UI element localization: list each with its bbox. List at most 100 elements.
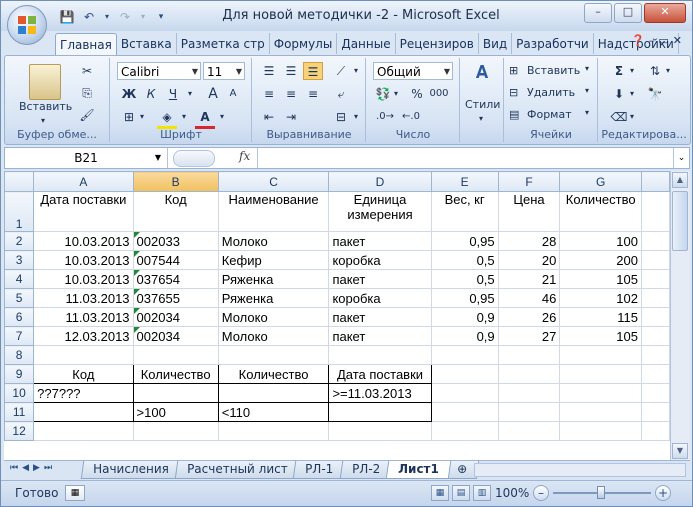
save-icon[interactable]: 💾 (59, 9, 75, 25)
cell-d2[interactable]: пакет (328, 231, 432, 251)
cell-f1[interactable]: Цена (497, 191, 561, 232)
cell-a12[interactable] (33, 421, 134, 441)
font-name-combo[interactable]: Calibri ▼ (117, 62, 201, 80)
cell-e9[interactable] (430, 364, 499, 384)
font-color-dropdown-icon[interactable]: ▾ (217, 108, 227, 126)
underline-button[interactable]: Ч (163, 85, 183, 103)
horizontal-scrollbar[interactable] (474, 463, 686, 477)
cell-g12[interactable] (559, 421, 642, 441)
cell-b11[interactable]: >100 (132, 402, 219, 422)
align-right-icon[interactable]: ≡ (303, 85, 323, 103)
ribbon-restore-icon[interactable]: ▭ (658, 34, 668, 47)
align-top-icon[interactable]: ☰ (259, 62, 279, 80)
cell-d7[interactable]: пакет (328, 326, 432, 346)
cell-f3[interactable]: 20 (497, 250, 561, 270)
cell-e5[interactable]: 0,95 (430, 288, 499, 308)
clear-icon[interactable]: ⌫ (609, 108, 629, 126)
cell-h5[interactable] (640, 288, 670, 308)
tab-developer[interactable]: Разработчи (512, 33, 594, 54)
row-header[interactable]: 6 (4, 307, 35, 327)
scroll-up-icon[interactable]: ▲ (672, 172, 688, 188)
tab-view[interactable]: Вид (479, 33, 513, 54)
cell-b8[interactable] (132, 345, 219, 365)
cell-e3[interactable]: 0,5 (430, 250, 499, 270)
cell-f12[interactable] (497, 421, 561, 441)
merge-dropdown-icon[interactable]: ▾ (351, 108, 361, 126)
column-header-f[interactable]: F (497, 171, 561, 192)
autosum-dropdown-icon[interactable]: ▾ (627, 62, 637, 80)
shrink-font-button[interactable]: A (223, 85, 243, 103)
cell-c3[interactable]: Кефир (217, 250, 330, 270)
decrease-decimal-icon[interactable]: ←.0 (401, 108, 421, 126)
grow-font-button[interactable]: A (203, 85, 223, 103)
redo-dropdown-icon[interactable]: ▾ (139, 9, 147, 25)
cell-b3[interactable]: 007544 (132, 250, 219, 270)
prev-sheet-icon[interactable]: ◀ (22, 463, 29, 473)
fill-icon[interactable]: ⬇ (609, 85, 629, 103)
cell-g4[interactable]: 105 (559, 269, 642, 289)
cell-d6[interactable]: пакет (328, 307, 432, 327)
cell-c1[interactable]: Наименование (217, 191, 330, 232)
column-header-h[interactable] (640, 171, 670, 192)
cell-a1[interactable]: Дата поставки (33, 191, 134, 232)
borders-dropdown-icon[interactable]: ▾ (137, 108, 147, 126)
cell-g9[interactable] (559, 364, 642, 384)
zoom-out-icon[interactable]: – (533, 485, 549, 501)
macro-record-icon[interactable]: ▦ (65, 485, 85, 501)
redo-icon[interactable]: ↷ (117, 9, 133, 25)
zoom-in-icon[interactable]: + (655, 485, 671, 501)
row-header[interactable]: 10 (4, 383, 35, 403)
normal-view-icon[interactable]: ▦ (431, 485, 449, 501)
delete-cells-dropdown-icon[interactable]: ▾ (585, 86, 589, 95)
percent-button[interactable]: % (407, 85, 427, 103)
cell-f7[interactable]: 27 (497, 326, 561, 346)
tab-formulas[interactable]: Формулы (270, 33, 338, 54)
sheet-tab-raschetnyi-list[interactable]: Расчетный лист (174, 461, 300, 479)
cell-h10[interactable] (640, 383, 670, 403)
cell-a8[interactable] (33, 345, 134, 365)
help-icon[interactable]: ❓ (631, 34, 645, 47)
first-sheet-icon[interactable]: ⏮ (10, 463, 18, 473)
clear-dropdown-icon[interactable]: ▾ (627, 108, 637, 126)
thousands-button[interactable]: 000 (429, 85, 449, 103)
insert-cells-button[interactable]: Вставить (527, 64, 580, 77)
fill-color-icon[interactable]: ◈ (157, 108, 177, 129)
cell-h12[interactable] (640, 421, 670, 441)
paste-button[interactable]: Вставить (19, 100, 72, 113)
increase-decimal-icon[interactable]: .0→ (375, 108, 395, 126)
cell-f6[interactable]: 26 (497, 307, 561, 327)
number-format-combo[interactable]: Общий ▼ (373, 62, 453, 80)
cell-a4[interactable]: 10.03.2013 (33, 269, 134, 289)
styles-dropdown-icon[interactable]: ▾ (479, 114, 483, 123)
bold-button[interactable]: Ж (119, 85, 139, 103)
page-layout-view-icon[interactable]: ▤ (452, 485, 470, 501)
formula-input[interactable] (257, 148, 673, 168)
cell-h1[interactable] (640, 191, 670, 232)
cell-d11[interactable] (328, 402, 432, 422)
cell-c8[interactable] (217, 345, 330, 365)
cell-g3[interactable]: 200 (559, 250, 642, 270)
cell-c5[interactable]: Ряженка (217, 288, 330, 308)
last-sheet-icon[interactable]: ⏭ (44, 463, 52, 473)
column-header-a[interactable]: A (33, 171, 134, 192)
align-center-icon[interactable]: ≡ (281, 85, 301, 103)
formula-bar-handle[interactable] (173, 150, 215, 167)
format-cells-button[interactable]: Формат (527, 108, 572, 121)
font-name-dropdown-icon[interactable]: ▼ (192, 63, 198, 81)
row-header[interactable]: 12 (4, 421, 35, 441)
tab-home[interactable]: Главная (55, 33, 117, 55)
cell-c12[interactable] (217, 421, 330, 441)
number-format-dropdown-icon[interactable]: ▼ (444, 63, 450, 81)
column-header-e[interactable]: E (430, 171, 499, 192)
cell-f2[interactable]: 28 (497, 231, 561, 251)
row-header[interactable]: 9 (4, 364, 35, 384)
cell-c11[interactable]: <110 (217, 402, 330, 422)
cell-h8[interactable] (640, 345, 670, 365)
cell-h2[interactable] (640, 231, 670, 251)
cell-h4[interactable] (640, 269, 670, 289)
cell-c10[interactable] (217, 383, 330, 403)
cell-e2[interactable]: 0,95 (430, 231, 499, 251)
insert-cells-dropdown-icon[interactable]: ▾ (585, 64, 589, 73)
borders-icon[interactable]: ⊞ (119, 108, 139, 126)
sheet-tab-list1[interactable]: Лист1 (385, 461, 451, 479)
